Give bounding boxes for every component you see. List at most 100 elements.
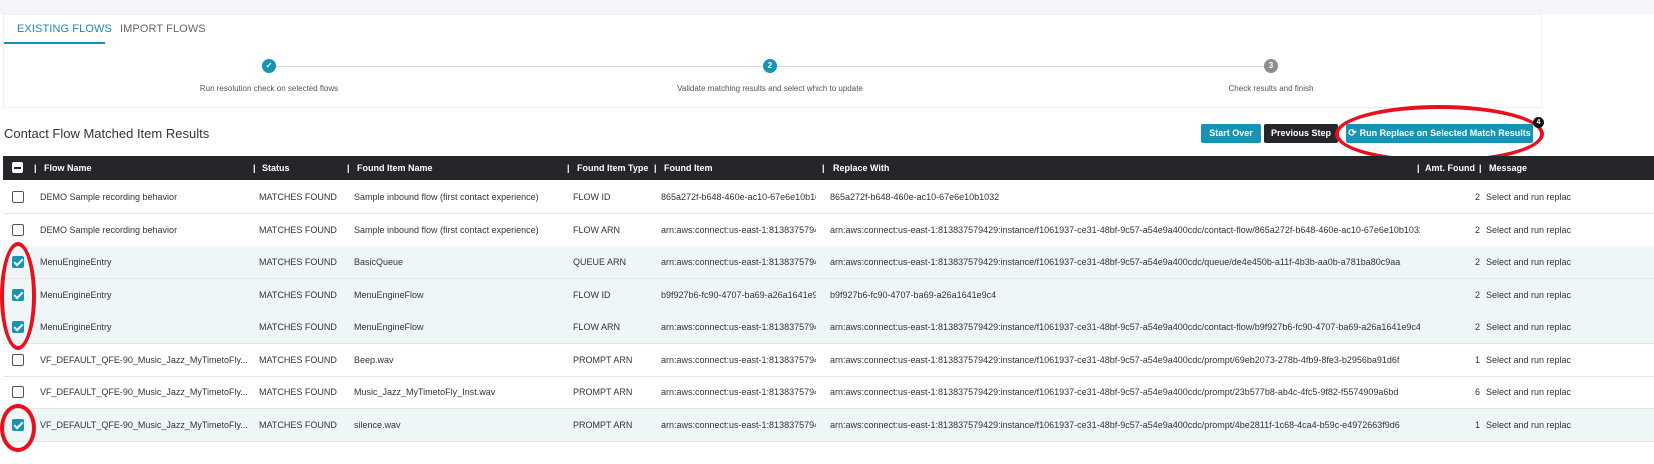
annotation-ellipse-run-button <box>1335 105 1544 163</box>
cell-flow-name: MenuEngineEntry <box>40 322 112 332</box>
table-row[interactable]: VF_DEFAULT_QFE-90_Music_Jazz_MyTimetoFly… <box>3 344 1654 377</box>
header-separator: | <box>822 163 825 173</box>
table-row[interactable]: MenuEngineEntry MATCHES FOUND MenuEngineFl… <box>3 278 1654 312</box>
cell-status: MATCHES FOUND <box>259 289 337 300</box>
column-header-found-item[interactable]: Found Item <box>664 156 713 180</box>
cell-message: Select and run replac <box>1486 224 1572 235</box>
cell-status: MATCHES FOUND <box>259 354 337 365</box>
previous-step-button[interactable]: Previous Step <box>1264 124 1338 143</box>
cell-message: Select and run replac <box>1486 257 1572 267</box>
column-header-status[interactable]: Status <box>262 156 290 180</box>
header-separator: | <box>567 163 570 173</box>
step-3-marker: 3 <box>1264 59 1278 73</box>
cell-found-item-name: silence.wav <box>354 419 401 430</box>
cell-amt-found: 2 <box>1474 224 1480 235</box>
cell-replace-with: arn:aws:connect:us-east-1:813837579429:i… <box>830 224 1420 235</box>
cell-message: Select and run replac <box>1486 289 1572 300</box>
cell-flow-name: DEMO Sample recording behavior <box>40 224 178 235</box>
header-separator: | <box>253 163 256 173</box>
cell-found-item-type: FLOW ARN <box>573 224 621 235</box>
cell-replace-with: arn:aws:connect:us-east-1:813837579429:i… <box>830 354 1400 365</box>
column-header-flow-name[interactable]: Flow Name <box>44 156 92 180</box>
table-row[interactable]: DEMO Sample recording behavior MATCHES FO… <box>3 181 1654 214</box>
stepper-connector <box>276 66 766 67</box>
cell-found-item-type: PROMPT ARN <box>573 387 633 397</box>
cell-status: MATCHES FOUND <box>259 192 337 202</box>
wizard-panel: EXISTING FLOWS IMPORT FLOWS ✓ 2 3 Run re… <box>3 14 1542 108</box>
step-2-marker: 2 <box>763 59 777 73</box>
page-title: Contact Flow Matched Item Results <box>4 126 210 141</box>
cell-amt-found: 2 <box>1474 289 1480 300</box>
cell-message: Select and run replac <box>1486 387 1572 397</box>
cell-amt-found: 2 <box>1474 257 1480 267</box>
cell-flow-name: VF_DEFAULT_QFE-90_Music_Jazz_MyTimetoFly… <box>40 387 248 397</box>
cell-amt-found: 2 <box>1474 322 1480 332</box>
cell-amt-found: 1 <box>1474 419 1480 430</box>
cell-replace-with: b9f927b6-fc90-4707-ba69-a26a1641e9c4 <box>830 289 997 300</box>
column-header-amt-found[interactable]: Amt. Found <box>1425 156 1475 180</box>
cell-found-item-type: QUEUE ARN <box>573 257 627 267</box>
cell-replace-with: arn:aws:connect:us-east-1:813837579429:i… <box>830 257 1401 267</box>
annotation-badge: 4 <box>1533 117 1544 128</box>
step-3-label: Check results and finish <box>1228 84 1314 93</box>
cell-found-item-type: PROMPT ARN <box>573 419 633 430</box>
select-all-checkbox[interactable] <box>12 162 23 173</box>
table-header: | Flow Name | Status | Found Item Name |… <box>3 156 1654 180</box>
cell-message: Select and run replac <box>1486 419 1572 430</box>
column-header-replace-with[interactable]: Replace With <box>833 156 889 180</box>
table-row[interactable]: MenuEngineEntry MATCHES FOUND MenuEngineFl… <box>3 311 1654 344</box>
cell-replace-with: 865a272f-b648-460e-ac10-67e6e10b1032 <box>830 192 1000 202</box>
column-header-message[interactable]: Message <box>1489 156 1527 180</box>
cell-found-item-name: Music_Jazz_MyTimetoFly_Inst.wav <box>354 387 496 397</box>
cell-status: MATCHES FOUND <box>259 224 337 235</box>
tab-existing-flows[interactable]: EXISTING FLOWS <box>17 23 112 35</box>
step-2-label: Validate matching results and select whi… <box>677 84 863 93</box>
row-checkbox[interactable] <box>12 353 24 366</box>
cell-found-item: b9f927b6-fc90-4707-ba69-a26a1641e9 <box>661 289 816 300</box>
start-over-button[interactable]: Start Over <box>1201 124 1261 143</box>
row-checkbox[interactable] <box>12 386 24 398</box>
cell-flow-name: MenuEngineEntry <box>40 289 112 300</box>
table-row[interactable]: VF_DEFAULT_QFE-90_Music_Jazz_MyTimetoFly… <box>3 376 1654 409</box>
column-header-found-item-type[interactable]: Found Item Type <box>577 156 648 180</box>
header-separator: | <box>1417 163 1420 173</box>
cell-found-item-name: Sample inbound flow (first contact exper… <box>354 192 539 202</box>
stepper-connector <box>778 66 1267 67</box>
cell-found-item: arn:aws:connect:us-east-1:8138375794 <box>661 419 816 430</box>
cell-flow-name: VF_DEFAULT_QFE-90_Music_Jazz_MyTimetoFly… <box>40 419 248 430</box>
cell-amt-found: 1 <box>1474 354 1480 365</box>
cell-message: Select and run replac <box>1486 192 1572 202</box>
tab-import-flows[interactable]: IMPORT FLOWS <box>120 23 206 35</box>
active-tab-indicator <box>4 42 105 44</box>
cell-found-item-name: MenuEngineFlow <box>354 289 424 300</box>
cell-found-item: arn:aws:connect:us-east-1:8138375794 <box>661 387 816 397</box>
cell-found-item: arn:aws:connect:us-east-1:8138375794 <box>661 354 816 365</box>
column-header-found-item-name[interactable]: Found Item Name <box>357 156 433 180</box>
header-separator: | <box>654 163 657 173</box>
cell-replace-with: arn:aws:connect:us-east-1:813837579429:i… <box>830 387 1399 397</box>
header-separator: | <box>1479 163 1482 173</box>
header-separator: | <box>347 163 350 173</box>
cell-found-item-type: FLOW ARN <box>573 322 621 332</box>
cell-message: Select and run replac <box>1486 322 1572 332</box>
row-checkbox[interactable] <box>12 223 24 236</box>
cell-status: MATCHES FOUND <box>259 257 337 267</box>
row-checkbox[interactable] <box>12 191 24 203</box>
table-row[interactable]: VF_DEFAULT_QFE-90_Music_Jazz_MyTimetoFly… <box>3 408 1654 442</box>
cell-found-item-name: Sample inbound flow (first contact exper… <box>354 224 539 235</box>
cell-found-item-name: MenuEngineFlow <box>354 322 424 332</box>
annotation-ellipse-checkboxes <box>0 242 36 350</box>
cell-found-item-type: PROMPT ARN <box>573 354 633 365</box>
cell-status: MATCHES FOUND <box>259 387 337 397</box>
cell-replace-with: arn:aws:connect:us-east-1:813837579429:i… <box>830 419 1400 430</box>
cell-found-item: arn:aws:connect:us-east-1:8138375794 <box>661 322 816 332</box>
cell-found-item: 865a272f-b648-460e-ac10-67e6e10b10 <box>661 192 816 202</box>
cell-found-item-name: BasicQueue <box>354 257 404 267</box>
cell-found-item-type: FLOW ID <box>573 289 611 300</box>
header-separator: | <box>34 163 37 173</box>
cell-status: MATCHES FOUND <box>259 322 337 332</box>
table-row[interactable]: DEMO Sample recording behavior MATCHES FO… <box>3 214 1654 247</box>
cell-flow-name: DEMO Sample recording behavior <box>40 192 178 202</box>
table-row[interactable]: MenuEngineEntry MATCHES FOUND BasicQueue QU… <box>3 246 1654 279</box>
cell-found-item: arn:aws:connect:us-east-1:8138375794 <box>661 257 816 267</box>
